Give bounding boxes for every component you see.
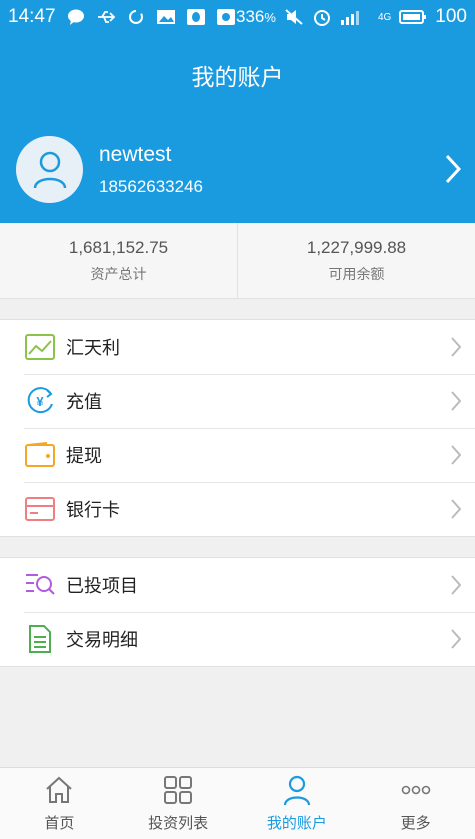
- person-icon: [282, 774, 312, 806]
- menu-item-withdraw[interactable]: 提现: [0, 428, 475, 482]
- battery-icon: [399, 8, 427, 26]
- menu-item-huitianli[interactable]: 汇天利: [0, 320, 475, 374]
- chart-icon: [24, 332, 56, 362]
- chevron-right-icon: [451, 629, 461, 649]
- network-type: 4G: [377, 11, 392, 23]
- username: newtest: [99, 142, 172, 166]
- speed-readout: 336%: [236, 7, 276, 26]
- home-icon: [44, 774, 74, 806]
- tab-investment-list[interactable]: 投资列表: [119, 768, 238, 839]
- wallet-icon: [24, 440, 56, 470]
- menu-item-bank-card[interactable]: 银行卡: [0, 482, 475, 536]
- chevron-right-icon: [451, 445, 461, 465]
- header: 我的账户: [0, 34, 475, 116]
- more-icon: [401, 774, 431, 806]
- tab-label: 更多: [400, 814, 431, 832]
- total-assets-value: 1,681,152.75: [68, 237, 169, 257]
- app-icon: [216, 8, 236, 26]
- available-balance: 1,227,999.88 可用余额: [237, 223, 475, 298]
- chevron-right-icon: [451, 337, 461, 357]
- grid-icon: [163, 774, 193, 806]
- menu-group-funds: 汇天利 ¥ 充值 提现 银行卡: [0, 319, 475, 537]
- menu-item-invested-projects[interactable]: 已投项目: [0, 558, 475, 612]
- tab-label: 首页: [44, 814, 75, 832]
- chevron-right-icon[interactable]: [445, 154, 461, 184]
- tab-label: 投资列表: [148, 814, 209, 832]
- alarm-icon: [312, 8, 332, 26]
- battery-level: 100: [435, 6, 467, 27]
- list-search-icon: [24, 570, 56, 600]
- yuan-recharge-icon: ¥: [24, 386, 56, 416]
- svg-text:¥: ¥: [36, 394, 44, 409]
- page-title: 我的账户: [191, 65, 284, 91]
- chevron-right-icon: [451, 575, 461, 595]
- sync-icon: [126, 8, 146, 26]
- tab-label: 我的账户: [266, 814, 327, 832]
- bottom-tab-bar: 首页 投资列表 我的账户 更多: [0, 767, 475, 839]
- menu-item-label: 交易明细: [66, 630, 138, 651]
- chat-icon: [66, 8, 86, 26]
- avatar[interactable]: [16, 136, 83, 203]
- usb-icon: [96, 8, 116, 26]
- profile-card[interactable]: newtest 18562633246: [0, 116, 475, 223]
- tab-more[interactable]: 更多: [356, 768, 475, 839]
- chevron-right-icon: [451, 391, 461, 411]
- person-icon: [33, 151, 66, 188]
- chevron-right-icon: [451, 499, 461, 519]
- menu-item-recharge[interactable]: ¥ 充值: [0, 374, 475, 428]
- clock: 14:47: [8, 6, 56, 27]
- phone-number: 18562633246: [99, 176, 204, 196]
- total-assets-label: 资产总计: [90, 266, 147, 283]
- tab-home[interactable]: 首页: [0, 768, 119, 839]
- account-stats: 1,681,152.75 资产总计 1,227,999.88 可用余额: [0, 223, 475, 299]
- menu-item-transactions[interactable]: 交易明细: [0, 612, 475, 666]
- menu-item-label: 银行卡: [66, 500, 120, 521]
- status-bar: 14:47 336% 4G 100: [0, 0, 475, 34]
- image-icon: [156, 8, 176, 26]
- total-assets: 1,681,152.75 资产总计: [0, 223, 237, 298]
- menu-item-label: 充值: [66, 392, 102, 413]
- bank-card-icon: [24, 494, 56, 524]
- menu-item-label: 提现: [66, 446, 102, 467]
- menu-item-label: 汇天利: [66, 338, 120, 359]
- menu-item-label: 已投项目: [66, 576, 138, 597]
- available-balance-value: 1,227,999.88: [306, 237, 407, 257]
- tab-my-account[interactable]: 我的账户: [238, 768, 357, 839]
- signal-icon: [340, 8, 370, 26]
- available-balance-label: 可用余额: [328, 266, 385, 283]
- qq-icon: [186, 8, 206, 26]
- mute-icon: [284, 8, 304, 26]
- menu-group-records: 已投项目 交易明细: [0, 557, 475, 667]
- document-icon: [24, 624, 56, 654]
